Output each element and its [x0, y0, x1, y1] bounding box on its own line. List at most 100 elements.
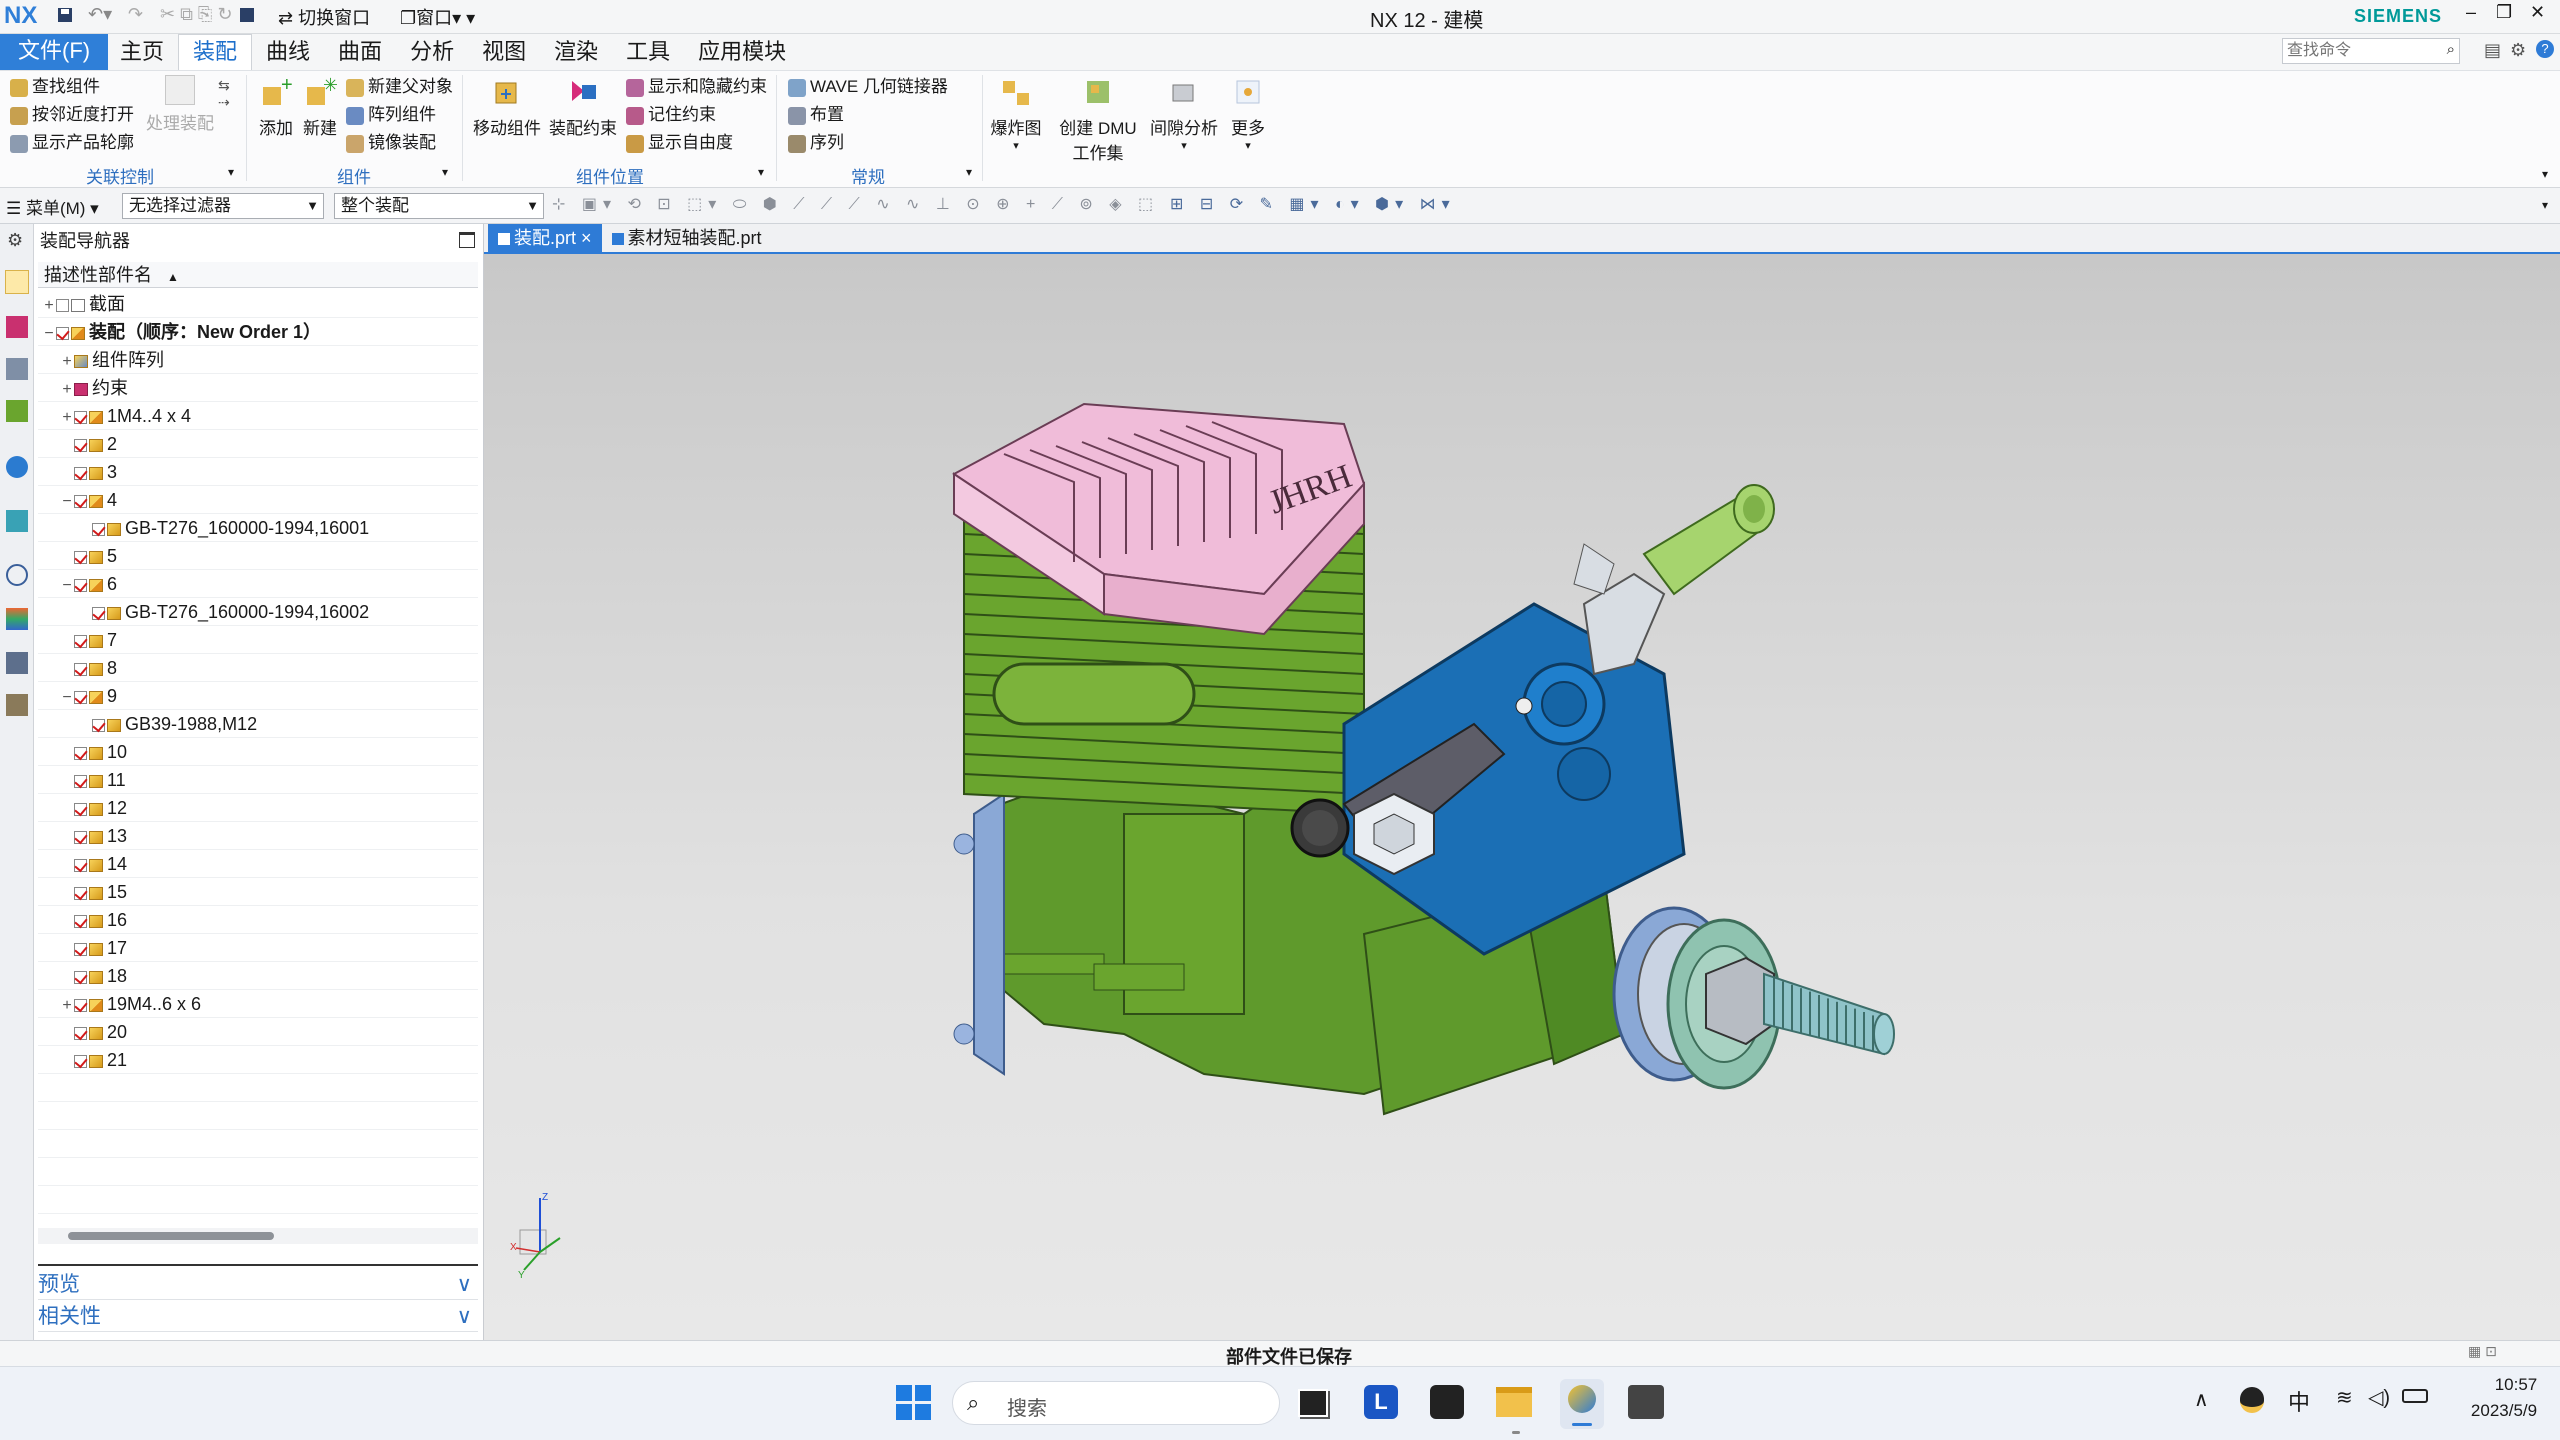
chevron-down-icon[interactable]: ∨ — [457, 1302, 472, 1332]
menu-2[interactable]: 曲线 — [252, 35, 324, 71]
maximize-panel-icon[interactable] — [459, 232, 475, 248]
create-dmu-button[interactable]: 创建 DMU 工作集 — [1052, 75, 1144, 164]
chevron-down-icon[interactable]: ∨ — [457, 1270, 472, 1300]
visibility-checkbox[interactable] — [74, 746, 87, 760]
expand-toggle[interactable]: − — [60, 488, 74, 516]
file-explorer-icon[interactable] — [1496, 1387, 1532, 1417]
sequence-button[interactable]: 序列 — [788, 129, 948, 157]
visibility-checkbox[interactable] — [92, 522, 105, 536]
tree-row[interactable]: + 截面 — [38, 290, 478, 318]
system-materials-icon[interactable] — [6, 608, 28, 630]
new-parent-button[interactable]: 新建父对象 — [346, 73, 453, 101]
menu-8[interactable]: 应用模块 — [684, 35, 800, 71]
tree-row[interactable]: 3 — [38, 458, 478, 486]
tree-row[interactable]: −9 — [38, 682, 478, 710]
close-button[interactable]: ✕ — [2530, 2, 2545, 23]
visibility-checkbox[interactable] — [74, 942, 87, 956]
show-hidden-icons[interactable]: ∧ — [2194, 1387, 2209, 1412]
remember-constraints-button[interactable]: 记住约束 — [626, 101, 767, 129]
tree-row[interactable]: 2 — [38, 430, 478, 458]
column-header[interactable]: 描述性部件名 ▲ — [38, 262, 478, 288]
search-icon[interactable]: ⌕ — [2447, 41, 2455, 58]
general-dropdown[interactable]: ▾ — [966, 165, 972, 179]
minimize-button[interactable]: – — [2466, 2, 2476, 23]
document-tab[interactable]: 素材短轴装配.prt — [602, 224, 772, 252]
undo-icon[interactable]: ↶▾ — [88, 4, 112, 25]
menu-4[interactable]: 分析 — [396, 35, 468, 71]
expand-toggle[interactable]: + — [60, 404, 74, 432]
graphics-viewport[interactable]: JHRH Z X Y — [484, 254, 2560, 1340]
move-component-button[interactable]: 移动组件 — [470, 75, 544, 139]
visibility-checkbox[interactable] — [56, 298, 69, 312]
menu-7[interactable]: 工具 — [612, 35, 684, 71]
tree-row[interactable]: 8 — [38, 654, 478, 682]
engine-model[interactable]: JHRH — [484, 254, 2560, 1340]
visibility-checkbox[interactable] — [74, 578, 87, 592]
expand-toggle[interactable]: + — [60, 992, 74, 1020]
ribbon-options-dropdown[interactable]: ▾ — [2542, 167, 2548, 181]
position-dropdown[interactable]: ▾ — [758, 165, 764, 179]
visibility-checkbox[interactable] — [74, 410, 87, 424]
document-tab[interactable]: 装配.prt × — [488, 224, 602, 252]
close-tab-icon[interactable]: × — [576, 228, 592, 248]
show-product-outline-button[interactable]: 显示产品轮廓 — [10, 129, 134, 157]
clock-date[interactable]: 2023/5/9 — [2456, 1401, 2552, 1421]
tree-row[interactable]: 10 — [38, 738, 478, 766]
mirror-assembly-button[interactable]: 镜像装配 — [346, 129, 453, 157]
selection-filter-dropdown[interactable]: 无选择过滤器 ▼ — [122, 193, 324, 219]
visibility-checkbox[interactable] — [74, 1026, 87, 1040]
preview-section[interactable]: 预览 ∨ — [38, 1270, 478, 1300]
wave-linker-button[interactable]: WAVE 几何链接器 — [788, 73, 948, 101]
visibility-checkbox[interactable] — [74, 438, 87, 452]
open-by-proximity-button[interactable]: 按邻近度打开 — [10, 101, 134, 129]
expand-toggle[interactable]: − — [60, 572, 74, 600]
visibility-checkbox[interactable] — [56, 326, 69, 340]
find-component-button[interactable]: 查找组件 — [10, 73, 134, 101]
process-assembly-button[interactable]: 处理装配 — [140, 75, 220, 134]
tree-row[interactable]: 11 — [38, 766, 478, 794]
expand-toggle[interactable]: − — [60, 684, 74, 712]
assoc-dropdown[interactable]: ▾ — [228, 165, 234, 179]
visibility-checkbox[interactable] — [74, 914, 87, 928]
window-menu-button[interactable]: ❐窗口▾ ▾ — [400, 4, 475, 30]
tree-row[interactable]: −4 — [38, 486, 478, 514]
battery-icon[interactable] — [2402, 1389, 2428, 1403]
wifi-icon[interactable]: ≋ — [2336, 1385, 2353, 1410]
new-component-button[interactable]: ✳ 新建 — [298, 75, 342, 139]
dependency-section[interactable]: 相关性 ∨ — [38, 1302, 478, 1332]
expand-toggle[interactable]: + — [42, 292, 56, 320]
visibility-checkbox[interactable] — [74, 634, 87, 648]
help-icon[interactable]: ? — [2536, 40, 2554, 58]
visibility-checkbox[interactable] — [74, 466, 87, 480]
tree-row[interactable]: +1M4..4 x 4 — [38, 402, 478, 430]
constraint-navigator-icon[interactable] — [6, 316, 28, 338]
menu-1[interactable]: 装配 — [178, 34, 253, 70]
tree-row[interactable]: 5 — [38, 542, 478, 570]
visibility-checkbox[interactable] — [92, 718, 105, 732]
clearance-analysis-button[interactable]: 间隙分析 ▾ — [1148, 75, 1220, 152]
assembly-navigator-icon[interactable] — [5, 270, 29, 294]
visibility-checkbox[interactable] — [74, 662, 87, 676]
component-dropdown[interactable]: ▾ — [442, 165, 448, 179]
expand-toggle[interactable]: + — [60, 376, 74, 404]
visibility-checkbox[interactable] — [74, 998, 87, 1012]
file-menu[interactable]: 文件(F) — [0, 34, 109, 70]
tree-row[interactable]: 16 — [38, 906, 478, 934]
visibility-checkbox[interactable] — [74, 1054, 87, 1068]
scope-dropdown[interactable]: 整个装配 ▼ — [334, 193, 544, 219]
tree-row[interactable]: GB39-1988,M12 — [38, 710, 478, 738]
visibility-checkbox[interactable] — [74, 550, 87, 564]
command-search[interactable]: ⌕ — [2282, 38, 2460, 64]
app-cube-icon[interactable] — [1430, 1385, 1464, 1419]
settings-icon[interactable]: ⚙ — [2510, 40, 2526, 61]
start-icon[interactable] — [896, 1385, 932, 1421]
nx-app-button[interactable] — [1560, 1379, 1604, 1429]
tree-row[interactable]: + 约束 — [38, 374, 478, 402]
add-component-button[interactable]: + 添加 — [254, 74, 298, 139]
tree-row[interactable]: 14 — [38, 850, 478, 878]
tree-row[interactable]: 17 — [38, 934, 478, 962]
tree-row[interactable]: 18 — [38, 962, 478, 990]
app-k-icon[interactable]: L — [1364, 1385, 1398, 1419]
app-printer-icon[interactable] — [1628, 1385, 1664, 1419]
exploded-view-button[interactable]: 爆炸图 ▾ — [986, 75, 1046, 152]
